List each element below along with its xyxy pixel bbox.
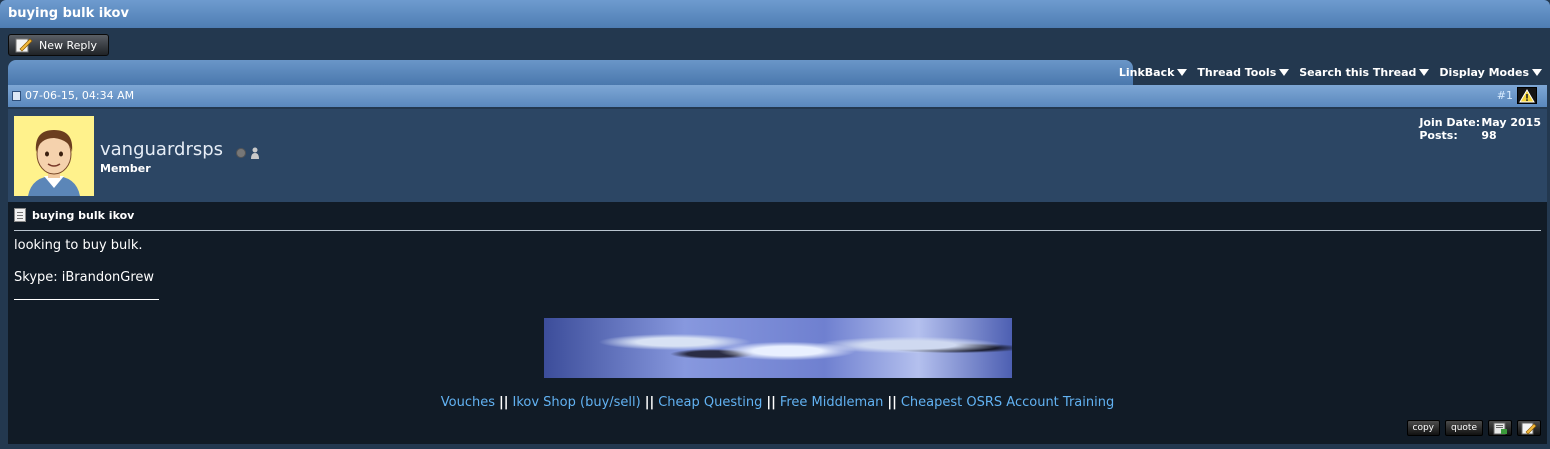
copy-button[interactable]: copy [1406,420,1440,436]
dropdown-arrow-icon [1177,68,1188,76]
profile-icon[interactable] [250,147,260,159]
display-modes-label: Display Modes [1439,65,1529,79]
post-message-line: looking to buy bulk. [14,238,143,253]
new-reply-button[interactable]: New Reply [8,34,109,56]
posts-label: Posts: [1419,129,1458,142]
post-header: 07-06-15, 04:34 AM #1 [8,85,1547,107]
dropdown-arrow-icon [1279,68,1290,76]
posts-value: 98 [1481,129,1497,142]
post-date: 07-06-15, 04:34 AM [12,89,134,102]
thread-tools-menu[interactable]: Thread Tools [1197,64,1290,80]
post-title: buying bulk ikov [14,208,134,222]
post-actions: copy quote [1406,420,1541,436]
post-body: buying bulk ikov looking to buy bulk. Sk… [8,202,1547,444]
search-thread-menu[interactable]: Search this Thread [1299,64,1430,80]
user-title: Member [100,162,151,175]
dropdown-arrow-icon [1419,68,1430,76]
edit-post-button[interactable] [1517,420,1541,436]
free-middleman-link[interactable]: Free Middleman [780,395,884,410]
display-modes-menu[interactable]: Display Modes [1439,64,1542,80]
join-date-label: Join Date: [1419,116,1481,129]
new-reply-label: New Reply [39,38,97,52]
post-title-text: buying bulk ikov [32,208,135,222]
report-post-button[interactable] [1517,87,1537,104]
dropdown-arrow-icon [1532,68,1542,76]
toolbar-tab [8,60,1133,85]
search-thread-label: Search this Thread [1299,65,1417,79]
linkback-label: LinkBack [1118,65,1175,79]
avatar-image [14,116,94,196]
link-separator: || [766,395,776,410]
signature-links: Vouches || Ikov Shop (buy/sell) || Cheap Que… [8,395,1547,410]
osrs-training-link[interactable]: Cheapest OSRS Account Training [901,395,1114,410]
edit-icon [1521,422,1537,434]
vouches-link[interactable]: Vouches [441,395,495,410]
signature-divider [14,299,159,300]
ikov-shop-link[interactable]: Ikov Shop (buy/sell) [513,395,641,410]
link-separator: || [499,395,509,410]
page-icon [14,208,26,222]
thread-tools-label: Thread Tools [1197,65,1277,79]
link-separator: || [887,395,897,410]
user-stats: Join Date: May 2015 Posts: 98 [1419,116,1541,142]
post-number-link[interactable]: #1 [1497,89,1513,102]
link-separator: || [644,395,655,410]
status-icons [236,147,260,159]
linkback-menu[interactable]: LinkBack [1119,64,1188,80]
post-divider [14,230,1541,231]
post-message-line: Skype: iBrandonGrew [14,270,155,285]
signature-banner-image [544,318,1012,378]
multi-quote-button[interactable] [1488,420,1512,436]
post-icon [12,90,21,101]
new-reply-pen-icon [15,38,33,53]
avatar[interactable] [14,116,94,196]
offline-status-icon [236,148,246,158]
warning-icon [1519,88,1535,102]
username-link[interactable]: vanguardrsps [100,139,223,160]
cheap-questing-link[interactable]: Cheap Questing [658,395,762,410]
multi-quote-icon [1493,422,1507,434]
thread-header: buying bulk ikov [0,0,1550,28]
post-date-text: 07-06-15, 04:34 AM [25,89,135,102]
thread-title: buying bulk ikov [8,6,129,21]
quote-button[interactable]: quote [1445,420,1483,436]
thread-toolbar: LinkBack Thread Tools Search this Thread… [1119,64,1542,80]
join-date-value: May 2015 [1481,116,1541,129]
user-info-panel: vanguardrsps Member Join Date: May 2015 P… [8,109,1547,202]
